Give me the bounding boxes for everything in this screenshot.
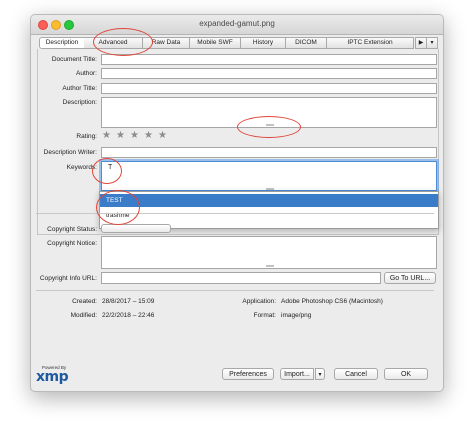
description-writer-label: Description Writer: bbox=[43, 149, 97, 156]
modified-value: 22/2/2018 – 22:46 bbox=[102, 312, 155, 319]
import-button[interactable]: Import... bbox=[280, 368, 314, 380]
copyright-status-label: Copyright Status: bbox=[47, 226, 97, 233]
keywords-textarea[interactable]: T bbox=[101, 161, 437, 191]
author-title-label: Author Title: bbox=[62, 85, 97, 92]
tab-mobile-swf[interactable]: Mobile SWF bbox=[190, 37, 241, 49]
window-title: expanded-gamut.png bbox=[199, 19, 275, 28]
application-value: Adobe Photoshop CS6 (Macintosh) bbox=[281, 298, 383, 305]
ok-button[interactable]: OK bbox=[384, 368, 428, 380]
goto-url-button[interactable]: Go To URL... bbox=[384, 272, 436, 284]
format-value: image/png bbox=[281, 312, 312, 319]
copyright-status-select[interactable] bbox=[101, 224, 171, 233]
created-value: 28/8/2017 – 15:09 bbox=[102, 298, 155, 305]
created-label: Created: bbox=[72, 298, 97, 305]
copyright-info-url-label: Copyright Info URL: bbox=[39, 275, 97, 282]
format-label: Format: bbox=[253, 312, 276, 319]
rating-star-icon[interactable]: ★ bbox=[116, 131, 125, 141]
import-menu-icon[interactable]: ▾ bbox=[315, 368, 325, 380]
document-title-input[interactable] bbox=[101, 54, 437, 65]
rating-star-icon[interactable]: ★ bbox=[144, 131, 153, 141]
preferences-button[interactable]: Preferences bbox=[222, 368, 274, 380]
rating-star-icon[interactable]: ★ bbox=[102, 131, 111, 141]
document-title-label: Document Title: bbox=[51, 56, 97, 63]
tab-description[interactable]: Description bbox=[39, 37, 85, 49]
annotation-circle bbox=[237, 116, 301, 138]
rating-label: Rating: bbox=[76, 133, 97, 140]
suggestion-item[interactable]: TEST bbox=[100, 194, 438, 207]
tab-iptc-extension[interactable]: IPTC Extension bbox=[327, 37, 414, 49]
keywords-label: Keywords: bbox=[66, 164, 97, 171]
tab-menu-icon[interactable]: ▾ bbox=[426, 37, 438, 49]
cancel-button[interactable]: Cancel bbox=[334, 368, 378, 380]
tab-history[interactable]: History bbox=[241, 37, 286, 49]
copyright-notice-textarea[interactable] bbox=[101, 236, 437, 269]
copyright-info-url-input[interactable] bbox=[101, 272, 381, 284]
title-bar: expanded-gamut.png bbox=[31, 15, 443, 35]
description-writer-input[interactable] bbox=[101, 147, 437, 158]
author-input[interactable] bbox=[101, 68, 437, 79]
author-title-input[interactable] bbox=[101, 83, 437, 94]
xmp-logo: xmp bbox=[36, 369, 69, 385]
tab-dicom[interactable]: DICOM bbox=[286, 37, 327, 49]
annotation-circle bbox=[92, 158, 122, 184]
divider bbox=[36, 290, 434, 291]
resize-grip-icon[interactable] bbox=[266, 188, 274, 190]
resize-grip-icon[interactable] bbox=[266, 265, 274, 267]
suggestion-item[interactable]: trashme bbox=[100, 209, 438, 222]
description-label: Description: bbox=[62, 99, 97, 106]
author-label: Author: bbox=[76, 70, 97, 77]
divider bbox=[36, 213, 434, 214]
copyright-notice-label: Copyright Notice: bbox=[47, 240, 97, 247]
rating-star-icon[interactable]: ★ bbox=[130, 131, 139, 141]
annotation-circle bbox=[96, 190, 140, 225]
rating-star-icon[interactable]: ★ bbox=[158, 131, 167, 141]
modified-label: Modified: bbox=[70, 312, 97, 319]
annotation-circle bbox=[93, 28, 153, 56]
application-label: Application: bbox=[242, 298, 276, 305]
